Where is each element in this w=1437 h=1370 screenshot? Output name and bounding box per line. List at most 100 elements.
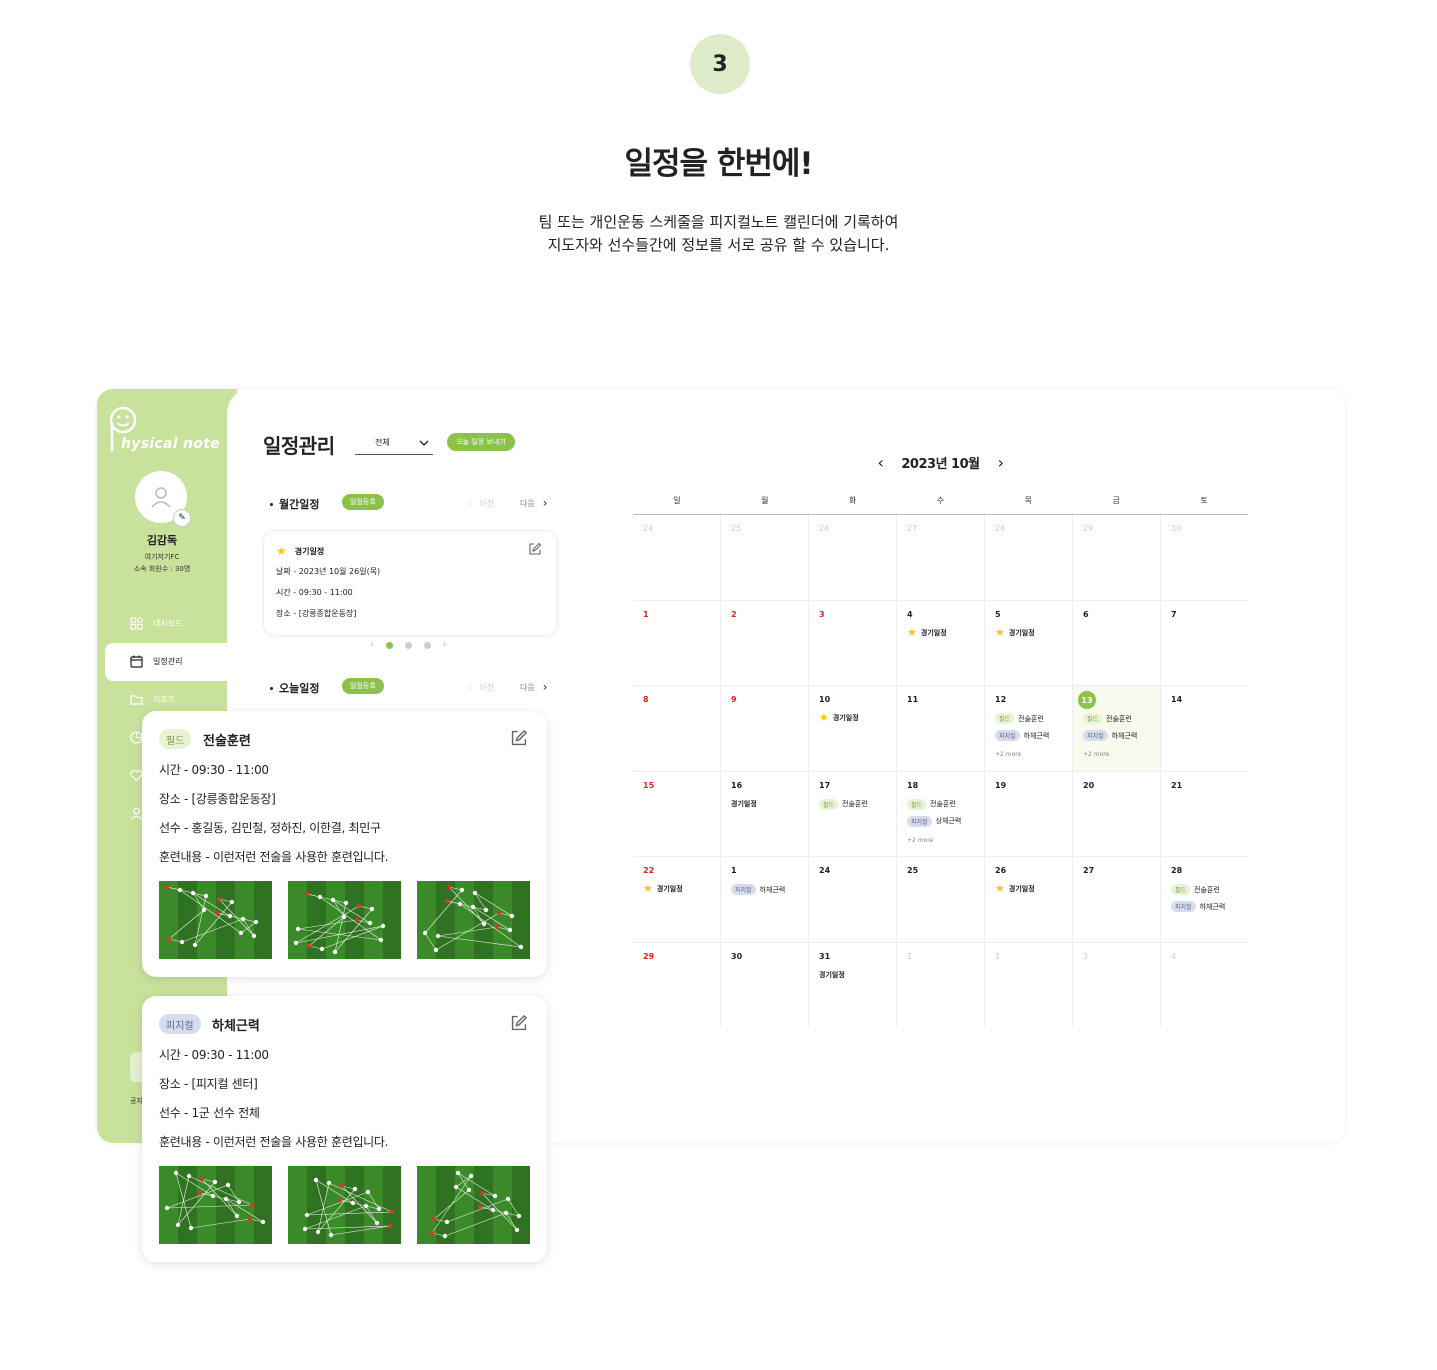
calendar-event[interactable]: 피지컬 하체근력 (1083, 730, 1137, 741)
calendar-day-cell[interactable]: 6 (1072, 600, 1160, 685)
chevron-right-icon[interactable]: › (998, 453, 1004, 472)
calendar-day-cell[interactable]: 30 (1160, 515, 1248, 600)
calendar-day-cell[interactable]: 10 ★ 경기일정 (808, 686, 896, 771)
training-card[interactable]: 피지컬 하체근력 시간 - 09:30 - 11:00 장소 - [피지컬 센터… (142, 996, 547, 1262)
chevron-left-icon[interactable]: ‹ (370, 640, 374, 650)
calendar-event[interactable]: 필드 전술훈련 (1083, 713, 1132, 724)
calendar-day-cell[interactable]: 9 (720, 686, 808, 771)
today-next-button[interactable]: 다음 (520, 682, 535, 693)
carousel-dot[interactable] (385, 641, 393, 649)
calendar-day-cell[interactable]: 25 (896, 857, 984, 942)
edit-avatar-icon[interactable]: ✎ (173, 509, 191, 527)
training-card[interactable]: 필드 전술훈련 시간 - 09:30 - 11:00 장소 - [강릉종합운동장… (142, 711, 547, 977)
calendar-event[interactable]: 필드 전술훈련 (995, 713, 1044, 724)
calendar-day-cell[interactable]: 29 (1072, 515, 1160, 600)
calendar-event[interactable]: 필드 전술훈련 (1171, 884, 1220, 895)
calendar-event[interactable]: 경기일정 (731, 799, 757, 809)
calendar-day-cell[interactable]: 14 (1160, 686, 1248, 771)
sidebar-item-schedule[interactable]: 일정관리 (130, 655, 182, 668)
chevron-right-icon[interactable]: › (543, 496, 548, 510)
monthly-prev-button[interactable]: 이전 (479, 498, 494, 509)
sidebar-item-report[interactable]: 리포트 (130, 693, 175, 706)
tactic-image[interactable] (288, 1166, 401, 1244)
calendar-day-cell[interactable]: 4 (1160, 942, 1248, 1027)
calendar-day-cell[interactable]: 21 (1160, 771, 1248, 856)
calendar-day-cell[interactable]: 1 (896, 942, 984, 1027)
calendar-day-cell[interactable]: 2 (720, 600, 808, 685)
tactic-image[interactable] (159, 1166, 272, 1244)
carousel-dot[interactable] (423, 641, 431, 649)
edit-icon[interactable] (510, 1014, 528, 1032)
send-today-schedule-button[interactable]: 오늘 일정 보내기 (447, 433, 515, 451)
calendar-day-cell[interactable]: 8 (633, 686, 720, 771)
calendar-day-cell[interactable]: 28 (984, 515, 1072, 600)
chevron-left-icon[interactable]: ‹ (468, 683, 471, 692)
calendar-day-cell[interactable]: 15 (633, 772, 720, 857)
calendar-day-cell[interactable]: 18 필드 전술훈련 피지컬 상체근력 +2 more (896, 771, 984, 856)
calendar-day-cell[interactable]: 7 (1160, 600, 1248, 685)
calendar-event[interactable]: 경기일정 (819, 970, 845, 980)
calendar-day-cell[interactable]: 1 피지컬 하체근력 (720, 857, 808, 942)
calendar-day-cell[interactable]: 17 필드 전술훈련 (808, 771, 896, 856)
calendar-day-cell[interactable]: 1 (633, 601, 720, 686)
schedule-filter-select[interactable]: 전체 (355, 431, 433, 455)
carousel-dot[interactable] (404, 641, 412, 649)
calendar-day-cell[interactable]: 4 ★ 경기일정 (896, 600, 984, 685)
calendar-day-cell[interactable]: 3 (1072, 942, 1160, 1027)
calendar-day-cell[interactable]: 25 (720, 515, 808, 600)
calendar-event[interactable]: ★ 경기일정 (907, 627, 947, 638)
tactic-image[interactable] (417, 881, 530, 959)
edit-icon[interactable] (510, 729, 528, 747)
calendar-event[interactable]: 피지컬 하체근력 (731, 884, 785, 895)
more-events-link[interactable]: +2 more (1083, 751, 1109, 758)
calendar-event[interactable]: 피지컬 하체근력 (995, 730, 1049, 741)
calendar-event[interactable]: ★ 경기일정 (643, 882, 683, 895)
star-icon: ★ (643, 882, 653, 895)
calendar-day-cell[interactable]: 5 ★ 경기일정 (984, 600, 1072, 685)
calendar-day-cell[interactable]: 27 (1072, 857, 1160, 942)
chevron-right-icon[interactable]: › (443, 640, 447, 650)
calendar-event[interactable]: 필드 전술훈련 (819, 798, 868, 810)
calendar-day-cell[interactable]: 2 (984, 942, 1072, 1027)
sidebar-notice-button[interactable] (130, 1052, 142, 1082)
sidebar-item-dashboard[interactable]: 대시보드 (130, 617, 182, 630)
calendar-day-cell[interactable]: 30 (720, 942, 808, 1027)
today-prev-button[interactable]: 이전 (479, 682, 494, 693)
chevron-left-icon[interactable]: ‹ (468, 499, 471, 508)
calendar-event[interactable]: 피지컬 하체근력 (1171, 901, 1225, 912)
calendar-day-cell[interactable]: 19 (984, 771, 1072, 856)
calendar-event[interactable]: 필드 전술훈련 (907, 798, 956, 810)
calendar-day-cell[interactable]: 27 (896, 515, 984, 600)
calendar-day-cell[interactable]: 13 필드 전술훈련 피지컬 하체근력 +2 more (1072, 686, 1160, 771)
tag-field: 필드 (159, 729, 192, 749)
calendar-day-cell[interactable]: 16 경기일정 (720, 771, 808, 856)
calendar-day-cell[interactable]: 26 ★ 경기일정 (984, 857, 1072, 942)
calendar-day-cell[interactable]: 22 ★ 경기일정 (633, 857, 720, 942)
tactic-image[interactable] (288, 881, 401, 959)
monthly-add-button[interactable]: 일정등록 (342, 494, 384, 510)
calendar-day-cell[interactable]: 11 (896, 686, 984, 771)
monthly-next-button[interactable]: 다음 (520, 498, 535, 509)
calendar-day-cell[interactable]: 24 (808, 857, 896, 942)
tactic-image[interactable] (417, 1166, 530, 1244)
calendar-day-cell[interactable]: 12 필드 전술훈련 피지컬 하체근력 +2 more (984, 686, 1072, 771)
calendar-day-cell[interactable]: 24 (633, 515, 720, 600)
calendar-day-cell[interactable]: 26 (808, 515, 896, 600)
calendar-event[interactable]: ★ 경기일정 (819, 712, 859, 723)
calendar-day-cell[interactable]: 20 (1072, 771, 1160, 856)
calendar-day-cell[interactable]: 31 경기일정 (808, 942, 896, 1027)
chevron-left-icon[interactable]: ‹ (877, 453, 883, 472)
today-add-button[interactable]: 일정등록 (342, 678, 384, 694)
chevron-right-icon[interactable]: › (543, 680, 548, 694)
date-number: 27 (907, 524, 918, 533)
calendar-event[interactable]: ★ 경기일정 (995, 627, 1035, 638)
calendar-day-cell[interactable]: 29 (633, 943, 720, 1028)
more-events-link[interactable]: +2 more (907, 837, 933, 844)
calendar-event[interactable]: ★ 경기일정 (995, 883, 1035, 894)
calendar-day-cell[interactable]: 3 (808, 600, 896, 685)
edit-icon[interactable] (528, 542, 542, 556)
tactic-image[interactable] (159, 881, 272, 959)
more-events-link[interactable]: +2 more (995, 751, 1021, 758)
calendar-event[interactable]: 피지컬 상체근력 (907, 815, 961, 827)
calendar-day-cell[interactable]: 28 필드 전술훈련 피지컬 하체근력 (1160, 857, 1248, 942)
